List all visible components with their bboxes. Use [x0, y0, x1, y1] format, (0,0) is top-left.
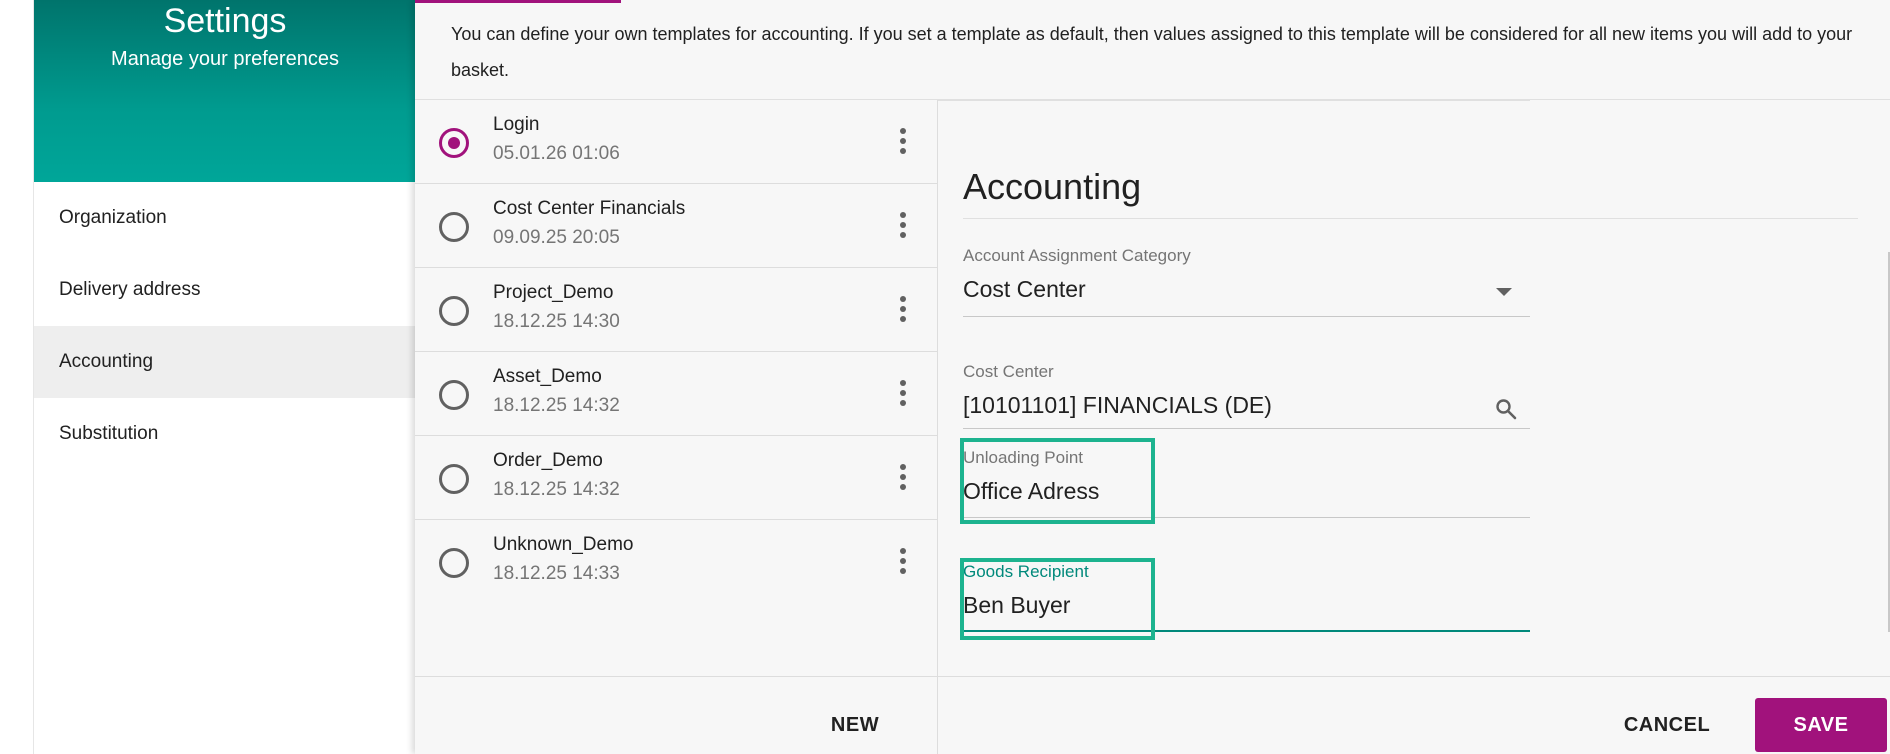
template-date: 18.12.25 14:32	[493, 395, 620, 416]
more-options-icon[interactable]	[893, 126, 913, 158]
footer-divider	[415, 676, 1890, 677]
settings-sidebar: Settings Manage your preferences Organiz…	[33, 0, 416, 754]
sidebar-item-accounting[interactable]: Accounting	[34, 326, 416, 398]
cost-center-field[interactable]: Cost Center [10101101] FINANCIALS (DE)	[963, 362, 1530, 429]
template-date: 05.01.26 01:06	[493, 143, 620, 164]
template-name: Cost Center Financials	[493, 198, 686, 219]
page-title: Settings	[163, 2, 287, 40]
template-date: 18.12.25 14:30	[493, 311, 620, 332]
active-tab-indicator	[415, 0, 621, 3]
field-value: [10101101] FINANCIALS (DE)	[963, 392, 1272, 418]
more-options-icon[interactable]	[893, 294, 913, 326]
template-name: Unknown_Demo	[493, 534, 634, 555]
more-options-icon[interactable]	[893, 378, 913, 410]
template-item-login[interactable]: Login 05.01.26 01:06	[415, 100, 937, 184]
radio-icon[interactable]	[439, 296, 469, 326]
accounting-panel: You can define your own templates for ac…	[415, 0, 1890, 754]
settings-nav: Organization Delivery address Accounting…	[34, 182, 416, 470]
page-subtitle: Manage your preferences	[111, 48, 339, 70]
settings-page: Settings Manage your preferences Organiz…	[0, 0, 1890, 754]
template-date: 09.09.25 20:05	[493, 227, 620, 248]
template-name: Order_Demo	[493, 450, 603, 471]
dropdown-arrow-icon[interactable]	[1496, 288, 1512, 296]
new-template-button[interactable]: NEW	[811, 694, 899, 754]
template-name: Project_Demo	[493, 282, 614, 303]
more-options-icon[interactable]	[893, 210, 913, 242]
template-name: Asset_Demo	[493, 366, 602, 387]
divider	[963, 218, 1858, 219]
field-value: Cost Center	[963, 276, 1086, 302]
cancel-button[interactable]: CANCEL	[1612, 694, 1722, 754]
more-options-icon[interactable]	[893, 546, 913, 578]
radio-icon[interactable]	[439, 212, 469, 242]
template-date: 18.12.25 14:32	[493, 479, 620, 500]
footer-divider	[937, 676, 938, 754]
save-button[interactable]: SAVE	[1755, 698, 1887, 752]
template-item-asset-demo[interactable]: Asset_Demo 18.12.25 14:32	[415, 352, 937, 436]
radio-icon[interactable]	[439, 380, 469, 410]
radio-selected-icon[interactable]	[439, 128, 469, 158]
field-label: Account Assignment Category	[963, 246, 1191, 265]
radio-icon[interactable]	[439, 464, 469, 494]
template-date: 18.12.25 14:33	[493, 563, 620, 584]
template-name: Login	[493, 114, 540, 135]
radio-icon[interactable]	[439, 548, 469, 578]
more-options-icon[interactable]	[893, 462, 913, 494]
template-item-order-demo[interactable]: Order_Demo 18.12.25 14:32	[415, 436, 937, 520]
field-label: Cost Center	[963, 362, 1054, 381]
highlight-box-goods-recipient	[960, 558, 1155, 640]
highlight-box-unloading-point	[960, 438, 1155, 524]
sidebar-header: Settings Manage your preferences	[34, 0, 416, 182]
template-list: Login 05.01.26 01:06 Cost Center Financi…	[415, 100, 938, 676]
sidebar-item-delivery-address[interactable]: Delivery address	[34, 254, 416, 326]
form-title: Accounting	[963, 166, 1142, 207]
sidebar-item-substitution[interactable]: Substitution	[34, 398, 416, 470]
template-item-cost-center-financials[interactable]: Cost Center Financials 09.09.25 20:05	[415, 184, 937, 268]
info-text: You can define your own templates for ac…	[451, 24, 1853, 80]
divider	[938, 100, 1530, 101]
sidebar-item-organization[interactable]: Organization	[34, 182, 416, 254]
template-item-unknown-demo[interactable]: Unknown_Demo 18.12.25 14:33	[415, 520, 937, 604]
template-item-project-demo[interactable]: Project_Demo 18.12.25 14:30	[415, 268, 937, 352]
search-icon[interactable]	[1494, 397, 1518, 421]
account-assignment-select[interactable]: Account Assignment Category Cost Center	[963, 246, 1530, 317]
